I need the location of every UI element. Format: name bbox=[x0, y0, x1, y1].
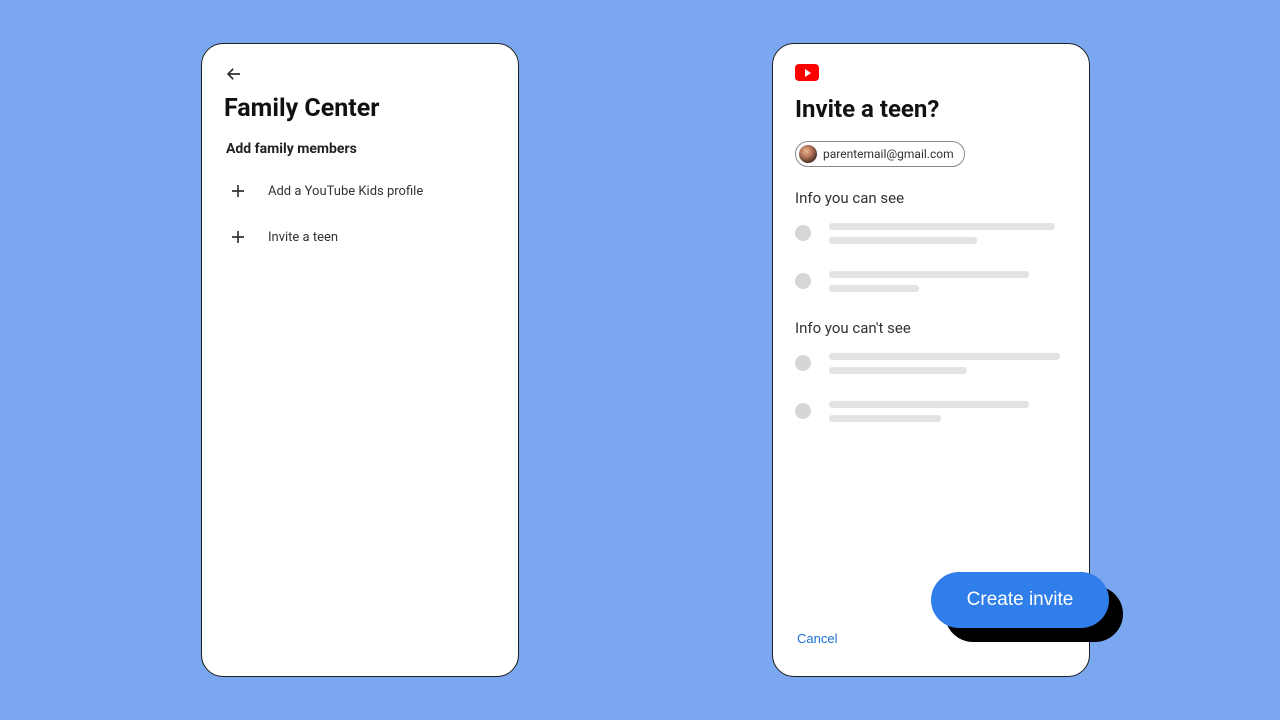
info-item-placeholder bbox=[795, 271, 1067, 299]
youtube-logo-icon bbox=[795, 64, 819, 81]
avatar bbox=[799, 145, 817, 163]
info-cant-see-heading: Info you can't see bbox=[795, 319, 1067, 337]
page-title: Family Center bbox=[224, 94, 496, 123]
add-kids-profile-label: Add a YouTube Kids profile bbox=[268, 184, 423, 199]
section-label: Add family members bbox=[226, 141, 496, 157]
plus-icon bbox=[228, 181, 248, 201]
back-arrow-icon[interactable] bbox=[224, 64, 244, 84]
invite-teen-label: Invite a teen bbox=[268, 230, 338, 245]
info-item-placeholder bbox=[795, 401, 1067, 429]
info-can-see-heading: Info you can see bbox=[795, 189, 1067, 207]
cancel-button[interactable]: Cancel bbox=[795, 627, 839, 650]
invite-teen-card: Invite a teen? parentemail@gmail.com Inf… bbox=[772, 43, 1090, 677]
create-invite-wrap: Create invite bbox=[931, 572, 1109, 628]
create-invite-button[interactable]: Create invite bbox=[931, 572, 1109, 628]
add-kids-profile-row[interactable]: Add a YouTube Kids profile bbox=[224, 173, 496, 209]
invite-teen-row[interactable]: Invite a teen bbox=[224, 219, 496, 255]
info-item-placeholder bbox=[795, 223, 1067, 251]
parent-email-text: parentemail@gmail.com bbox=[823, 147, 954, 161]
family-center-card: Family Center Add family members Add a Y… bbox=[201, 43, 519, 677]
parent-email-chip[interactable]: parentemail@gmail.com bbox=[795, 141, 965, 167]
info-item-placeholder bbox=[795, 353, 1067, 381]
dialog-title: Invite a teen? bbox=[795, 95, 1067, 123]
plus-icon bbox=[228, 227, 248, 247]
